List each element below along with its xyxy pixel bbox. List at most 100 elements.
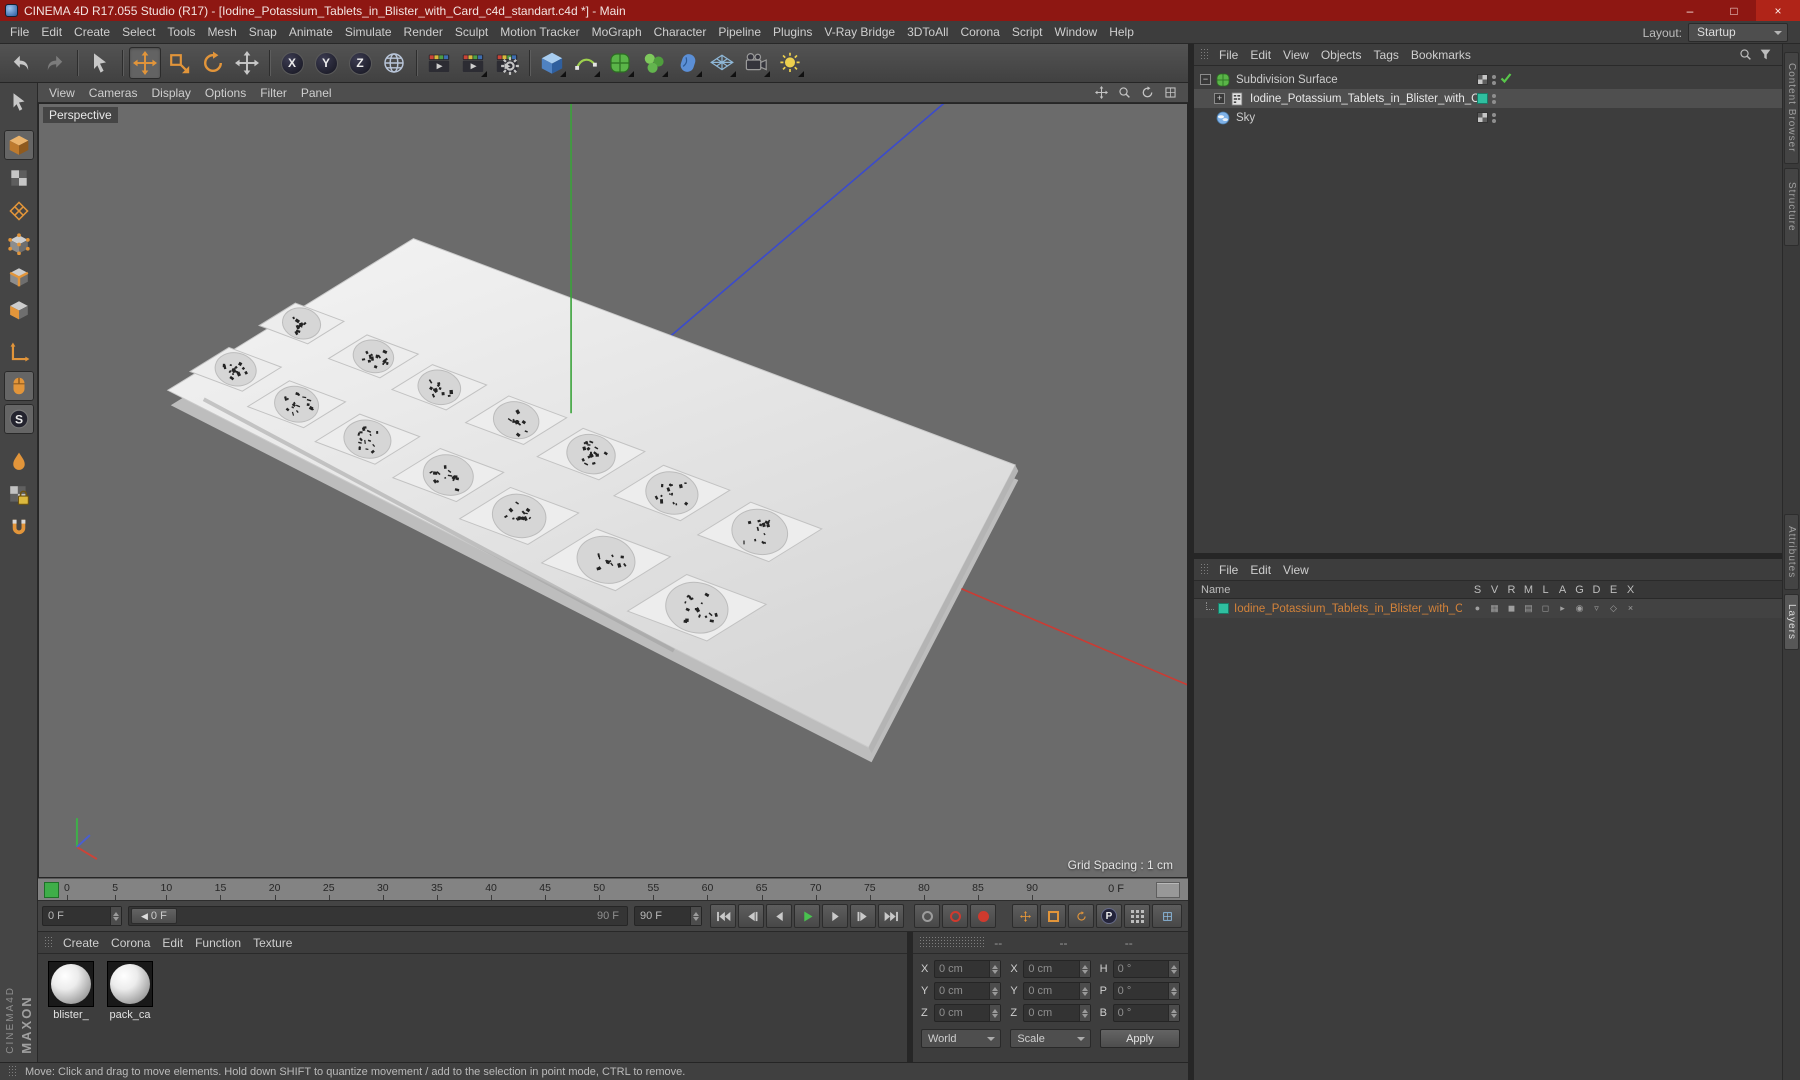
maximize-button[interactable]: □: [1712, 0, 1756, 21]
menu-item[interactable]: Tools: [161, 22, 201, 42]
size-x-field[interactable]: 0 cm: [1023, 960, 1091, 978]
object-row-tablets[interactable]: Iodine_Potassium_Tablets_in_Blister_with…: [1194, 89, 1782, 108]
lock-z-axis-button[interactable]: Z: [344, 47, 376, 79]
generators-button[interactable]: [604, 47, 636, 79]
magnet-tool-button[interactable]: [4, 513, 34, 543]
layer-menu-item[interactable]: Edit: [1244, 560, 1277, 580]
texture-mode-button[interactable]: [4, 163, 34, 193]
material-menu-item[interactable]: Edit: [156, 933, 189, 953]
previous-frame-button[interactable]: [766, 904, 792, 928]
object-manager-menu-item[interactable]: View: [1277, 45, 1315, 65]
layer-toggle-icon[interactable]: ◻: [1537, 603, 1554, 614]
layer-toggle-icon[interactable]: ◇: [1605, 603, 1622, 614]
scale-tool-button[interactable]: [163, 47, 195, 79]
menu-item[interactable]: Select: [116, 22, 161, 42]
workplane-mode-button[interactable]: [4, 196, 34, 226]
tab-layers[interactable]: Layers: [1784, 594, 1799, 650]
object-axis-button[interactable]: [3, 371, 34, 401]
spinner-icon[interactable]: [1168, 961, 1179, 977]
menu-item[interactable]: Script: [1006, 22, 1049, 42]
viewport-menu-item[interactable]: Options: [198, 84, 253, 102]
live-selection-button[interactable]: [84, 47, 116, 79]
polygons-mode-button[interactable]: [4, 295, 34, 325]
spline-pen-button[interactable]: [570, 47, 602, 79]
drag-handle-icon[interactable]: [919, 936, 985, 949]
next-key-button[interactable]: [850, 904, 876, 928]
model-mode-button[interactable]: [3, 130, 34, 160]
size-y-field[interactable]: 0 cm: [1023, 982, 1091, 1000]
object-row-subdivision-surface[interactable]: Subdivision Surface: [1194, 70, 1782, 89]
spinner-icon[interactable]: [989, 983, 1001, 999]
expand-icon[interactable]: [1214, 93, 1225, 104]
spinner-icon[interactable]: [989, 1005, 1001, 1021]
timeline-range-slider[interactable]: 0 F 90 F: [128, 906, 628, 926]
viewport-menu-item[interactable]: Panel: [294, 84, 339, 102]
orbit-view-icon[interactable]: [1138, 85, 1157, 101]
rotate-tool-button[interactable]: [197, 47, 229, 79]
material-thumbnail[interactable]: [107, 961, 153, 1007]
layer-row[interactable]: Iodine_Potassium_Tablets_in_Blister_with…: [1194, 599, 1782, 618]
snap-toggle-button[interactable]: [3, 404, 34, 434]
apply-button[interactable]: Apply: [1099, 1029, 1180, 1048]
spinner-icon[interactable]: [1168, 1005, 1179, 1021]
layer-toggle-icon[interactable]: ◼: [1503, 603, 1520, 614]
record-rotation-toggle[interactable]: [1068, 904, 1094, 928]
object-manager-menu-item[interactable]: Edit: [1244, 45, 1277, 65]
selection-mode-button[interactable]: [4, 87, 34, 117]
tab-structure[interactable]: Structure: [1784, 168, 1799, 246]
menu-item[interactable]: Snap: [243, 22, 283, 42]
points-mode-button[interactable]: [4, 229, 34, 259]
pan-view-icon[interactable]: [1092, 85, 1111, 101]
render-view-button[interactable]: [423, 47, 455, 79]
viewport-menu-item[interactable]: Filter: [253, 84, 294, 102]
render-settings-button[interactable]: [491, 47, 523, 79]
viewport-3d-scene[interactable]: [39, 104, 1187, 877]
menu-item[interactable]: Simulate: [339, 22, 398, 42]
menu-item[interactable]: Character: [648, 22, 713, 42]
ruler-options-widget[interactable]: [1156, 882, 1180, 898]
lock-x-axis-button[interactable]: X: [276, 47, 308, 79]
play-button[interactable]: [794, 904, 820, 928]
visibility-dots-icon[interactable]: [1492, 93, 1496, 104]
timeline-window-button[interactable]: [1152, 904, 1182, 928]
go-to-start-button[interactable]: [710, 904, 736, 928]
lock-workplane-button[interactable]: [4, 480, 34, 510]
start-frame-field[interactable]: 0 F: [42, 906, 122, 926]
material-item[interactable]: blister_: [46, 961, 96, 1021]
environment-button[interactable]: [706, 47, 738, 79]
object-manager-menu-item[interactable]: Bookmarks: [1405, 45, 1477, 65]
material-menu-item[interactable]: Texture: [247, 933, 298, 953]
layer-color-tag[interactable]: [1477, 93, 1488, 104]
object-label[interactable]: Subdivision Surface: [1236, 74, 1338, 86]
display-tag-icon[interactable]: [1477, 112, 1488, 123]
object-manager-menu-item[interactable]: Objects: [1315, 45, 1368, 65]
layer-color-swatch[interactable]: [1218, 603, 1229, 614]
menu-item[interactable]: Mesh: [201, 22, 242, 42]
toggle-view-icon[interactable]: [1161, 85, 1180, 101]
layer-toggle-icon[interactable]: ●: [1469, 603, 1486, 614]
camera-button[interactable]: [740, 47, 772, 79]
size-mode-select[interactable]: Scale: [1010, 1029, 1091, 1048]
axis-mode-button[interactable]: [4, 338, 34, 368]
coordinate-system-button[interactable]: [378, 47, 410, 79]
close-button[interactable]: ×: [1756, 0, 1800, 21]
paint-tool-button[interactable]: [4, 447, 34, 477]
spinner-icon[interactable]: [1078, 1005, 1090, 1021]
last-tool-button[interactable]: [231, 47, 263, 79]
layer-toggle-icon[interactable]: ◉: [1571, 603, 1588, 614]
undo-button[interactable]: [5, 47, 37, 79]
light-button[interactable]: [774, 47, 806, 79]
material-menu-item[interactable]: Corona: [105, 933, 156, 953]
minimize-button[interactable]: –: [1668, 0, 1712, 21]
rotation-b-field[interactable]: 0 °: [1112, 1004, 1180, 1022]
rotation-h-field[interactable]: 0 °: [1112, 960, 1180, 978]
menu-item[interactable]: Render: [398, 22, 449, 42]
viewport-menu-item[interactable]: Display: [144, 84, 197, 102]
record-scale-toggle[interactable]: [1040, 904, 1066, 928]
position-x-field[interactable]: 0 cm: [934, 960, 1002, 978]
layer-name[interactable]: Iodine_Potassium_Tablets_in_Blister_with…: [1234, 603, 1462, 615]
layer-toggle-icon[interactable]: ▦: [1486, 603, 1503, 614]
view-name-label[interactable]: Perspective: [43, 107, 118, 123]
drag-handle-icon[interactable]: [1200, 48, 1209, 61]
menu-item[interactable]: Animate: [283, 22, 339, 42]
